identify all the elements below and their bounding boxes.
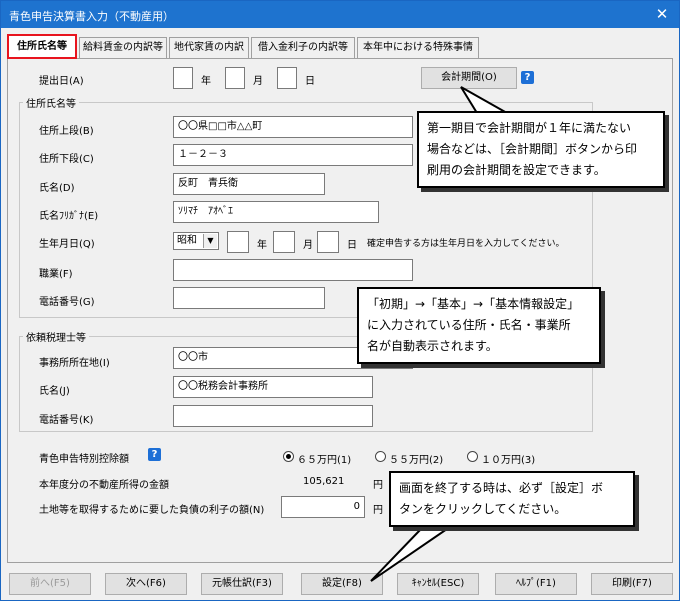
main-window: 青色申告決算書入力（不動産用） ✕ 住所氏名等 給料賃金の内訳等 地代家賃の内訳… (0, 0, 680, 601)
submit-year-unit: 年 (201, 76, 211, 87)
prev-button[interactable]: 前へ(F5) (9, 573, 91, 595)
tel-field[interactable] (173, 287, 325, 309)
birth-day-field[interactable] (317, 231, 339, 253)
birth-month-field[interactable] (273, 231, 295, 253)
tab-special[interactable]: 本年中における特殊事情 (357, 37, 479, 58)
tel-label: 電話番号(G) (39, 297, 95, 308)
addr1-field[interactable]: 〇〇県□□市△△町 (173, 116, 413, 138)
submit-day-unit: 日 (305, 76, 315, 87)
help-icon[interactable]: ? (148, 448, 161, 461)
period-callout: 第一期目で会計期間が１年に満たない 場合などは、［会計期間］ボタンから印 刷用の… (417, 111, 665, 188)
address-group-title: 住所氏名等 (23, 95, 79, 110)
name-field[interactable]: 反町 青兵衛 (173, 173, 325, 195)
deduction-65-label: ６５万円(1) (297, 455, 352, 466)
period-callout-line: 第一期目で会計期間が１年に満たない (427, 121, 632, 135)
settings-button[interactable]: 設定(F8) (301, 573, 383, 595)
agent-name-field[interactable]: 〇〇税務会計事務所 (173, 376, 373, 398)
birth-label: 生年月日(Q) (39, 239, 95, 250)
close-callout-line: 画面を終了する時は、必ず［設定］ボ (399, 481, 604, 495)
cancel-button[interactable]: ｷｬﾝｾﾙ(ESC) (397, 573, 479, 595)
period-button[interactable]: 会計期間(O) (421, 67, 517, 89)
office-label: 事務所所在地(I) (39, 358, 110, 369)
submit-month-field[interactable] (225, 67, 245, 89)
agent-group-title: 依頼税理士等 (23, 329, 89, 344)
submit-month-unit: 月 (253, 76, 263, 87)
deduction-65-radio[interactable] (283, 451, 294, 462)
window-title: 青色申告決算書入力（不動産用） (9, 10, 174, 23)
auto-callout-line: 名が自動表示されます。 (367, 339, 498, 353)
interest-unit: 円 (373, 505, 383, 516)
submit-date-label: 提出日(A) (39, 76, 84, 87)
deduction-55-radio[interactable] (375, 451, 386, 462)
kana-field[interactable]: ｿﾘﾏﾁ ｱｵﾍﾞｴ (173, 201, 379, 223)
kana-label: 氏名ﾌﾘｶﾞﾅ(E) (39, 211, 99, 222)
birth-note: 確定申告する方は生年月日を入力してください。 (367, 239, 565, 249)
next-button[interactable]: 次へ(F6) (105, 573, 187, 595)
chevron-down-icon: ▼ (203, 234, 217, 248)
addr2-label: 住所下段(C) (39, 154, 94, 165)
help-icon[interactable]: ? (521, 71, 534, 84)
tab-address[interactable]: 住所氏名等 (7, 34, 77, 59)
close-icon[interactable]: ✕ (651, 4, 673, 24)
period-callout-line: 場合などは、［会計期間］ボタンから印 (427, 142, 638, 156)
period-callout-line: 刷用の会計期間を設定できます。 (427, 163, 606, 177)
auto-callout-line: に入力されている住所・氏名・事業所 (367, 318, 571, 332)
era-select[interactable]: 昭和 ▼ (173, 232, 219, 250)
birth-month-unit: 月 (303, 240, 313, 251)
income-value: 105,621 (303, 476, 345, 487)
income-label: 本年度分の不動産所得の金額 (39, 480, 169, 491)
name-label: 氏名(D) (39, 183, 75, 194)
income-unit: 円 (373, 480, 383, 491)
deduction-label: 青色申告特別控除額 (39, 454, 129, 465)
deduction-55-label: ５５万円(2) (389, 455, 444, 466)
help-button[interactable]: ﾍﾙﾌﾟ(F1) (495, 573, 577, 595)
agent-tel-label: 電話番号(K) (39, 415, 94, 426)
tab-salary[interactable]: 給料賃金の内訳等 (79, 37, 167, 58)
birth-day-unit: 日 (347, 240, 357, 251)
close-callout-line: タンをクリックしてください。 (399, 502, 567, 516)
tab-interest[interactable]: 借入金利子の内訳等 (251, 37, 355, 58)
agent-name-label: 氏名(J) (39, 386, 70, 397)
birth-year-field[interactable] (227, 231, 249, 253)
job-field[interactable] (173, 259, 413, 281)
close-callout: 画面を終了する時は、必ず［設定］ボ タンをクリックしてください。 (389, 471, 635, 527)
deduction-10-radio[interactable] (467, 451, 478, 462)
addr2-field[interactable]: １－２－３ (173, 144, 413, 166)
interest-field[interactable]: 0 (281, 496, 365, 518)
title-bar: 青色申告決算書入力（不動産用） ✕ (1, 1, 679, 28)
agent-tel-field[interactable] (173, 405, 373, 427)
era-value: 昭和 (177, 235, 197, 246)
birth-year-unit: 年 (257, 240, 267, 251)
interest-label: 土地等を取得するために要した負債の利子の額(N) (39, 505, 265, 516)
tab-rent[interactable]: 地代家賃の内訳 (169, 37, 249, 58)
auto-callout-line: 「初期」→「基本」→「基本情報設定」 (367, 297, 580, 311)
auto-fill-callout: 「初期」→「基本」→「基本情報設定」 に入力されている住所・氏名・事業所 名が自… (357, 287, 601, 364)
submit-day-field[interactable] (277, 67, 297, 89)
addr1-label: 住所上段(B) (39, 126, 94, 137)
print-button[interactable]: 印刷(F7) (591, 573, 673, 595)
submit-year-field[interactable] (173, 67, 193, 89)
deduction-10-label: １０万円(3) (481, 455, 536, 466)
job-label: 職業(F) (39, 269, 73, 280)
ledger-button[interactable]: 元帳仕訳(F3) (201, 573, 283, 595)
